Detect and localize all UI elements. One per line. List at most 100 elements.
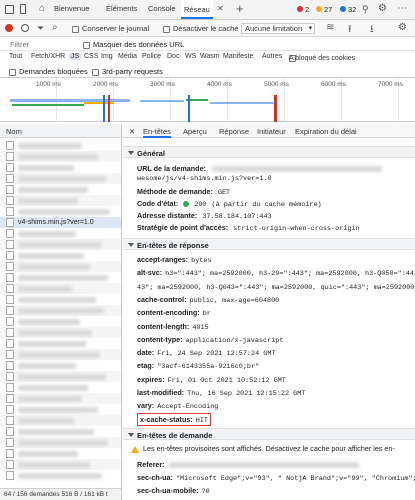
request-row[interactable] [0, 151, 121, 162]
request-row[interactable] [0, 162, 121, 173]
request-row[interactable] [0, 404, 121, 415]
request-row[interactable] [0, 261, 121, 272]
type-js[interactable]: JS [69, 53, 82, 60]
header-value: br [202, 310, 211, 319]
feedback-icon[interactable]: ⚲ [362, 4, 369, 15]
request-row[interactable] [0, 239, 121, 250]
request-row[interactable] [0, 459, 121, 470]
request-row[interactable] [0, 470, 121, 481]
disable-cache-checkbox[interactable] [163, 25, 170, 33]
tab-response[interactable]: Réponse [219, 127, 249, 136]
timeline-label: 2000 ms [93, 81, 118, 88]
filter-icon[interactable]: ⏷ [37, 23, 44, 34]
device-toggle-icon[interactable] [20, 4, 26, 14]
info-icon [340, 6, 346, 12]
close-details-icon[interactable]: ✕ [129, 127, 135, 136]
type-wasm[interactable]: Wasm [200, 53, 220, 60]
preserve-log-checkbox[interactable] [72, 25, 79, 33]
request-row[interactable] [0, 437, 121, 448]
info-count[interactable]: 32 [340, 5, 356, 14]
request-row[interactable] [0, 393, 121, 404]
request-row[interactable] [0, 327, 121, 338]
request-row[interactable] [0, 305, 121, 316]
header-key: expires: [137, 374, 165, 384]
request-header-row: Referer: [137, 460, 359, 469]
file-icon [6, 328, 14, 337]
request-row[interactable] [0, 228, 121, 239]
third-party-checkbox[interactable] [92, 68, 99, 76]
request-row[interactable] [0, 294, 121, 305]
type-fetch-xhr[interactable]: Fetch/XHR [31, 53, 65, 60]
request-row[interactable] [0, 426, 121, 437]
type-doc[interactable]: Doc [167, 53, 179, 60]
home-icon[interactable]: ⌂ [39, 3, 45, 14]
file-icon [6, 185, 14, 194]
load-event-marker [274, 95, 277, 122]
type-all[interactable]: Tout [9, 53, 22, 60]
request-row[interactable] [0, 184, 121, 195]
response-headers-section-header[interactable]: En-têtes de réponse [123, 238, 415, 250]
filter-input[interactable]: Filtrer [10, 40, 29, 49]
close-tab-icon[interactable]: ✕ [217, 4, 224, 13]
tab-reseau[interactable]: Réseau [181, 0, 213, 19]
tab-initiator[interactable]: Initiateur [257, 127, 286, 136]
request-row[interactable] [0, 140, 121, 151]
add-tab-icon[interactable]: + [236, 1, 244, 16]
request-row[interactable] [0, 382, 121, 393]
clear-icon[interactable] [21, 24, 29, 32]
request-row[interactable] [0, 250, 121, 261]
wifi-icon[interactable]: ≋ [326, 22, 334, 33]
general-section-header[interactable]: Général [123, 146, 415, 158]
blocked-requests-checkbox[interactable] [9, 68, 16, 76]
throttle-select[interactable]: Aucune limitation ▾ [241, 23, 316, 34]
hide-data-urls-checkbox[interactable] [83, 41, 90, 49]
tab-headers[interactable]: En-têtes [143, 124, 171, 138]
request-row[interactable] [0, 316, 121, 327]
request-row[interactable] [0, 448, 121, 459]
type-manifest[interactable]: Manifeste [223, 53, 253, 60]
request-row[interactable] [0, 206, 121, 217]
settings-icon[interactable]: ⚙ [378, 3, 387, 14]
request-row[interactable] [0, 338, 121, 349]
request-row-selected[interactable]: v4-shims.min.js?ver=1.0 [0, 217, 121, 228]
search-icon[interactable]: ⌕ [52, 22, 58, 33]
request-row[interactable] [0, 349, 121, 360]
network-overview-timeline[interactable]: 1000 ms 2000 ms 3000 ms 4000 ms 5000 ms … [0, 78, 415, 122]
type-ws[interactable]: WS [185, 53, 196, 60]
request-row[interactable] [0, 283, 121, 294]
error-count[interactable]: 2 [297, 5, 309, 14]
more-options-icon[interactable]: ⋯ [397, 3, 407, 14]
warning-count[interactable]: 27 [316, 5, 332, 14]
preserve-log-toggle[interactable]: Conserver le journal [72, 24, 149, 33]
type-img[interactable]: Img [101, 53, 113, 60]
type-other[interactable]: Autres [262, 53, 282, 60]
tab-preview[interactable]: Aperçu [183, 127, 207, 136]
request-row[interactable] [0, 360, 121, 371]
third-party-toggle[interactable]: 3rd-party requests [92, 67, 163, 76]
request-row[interactable] [0, 371, 121, 382]
type-media[interactable]: Média [118, 53, 137, 60]
name-column-header[interactable]: Nom [0, 124, 121, 138]
request-headers-section-header[interactable]: En-têtes de demande [123, 428, 415, 440]
blocked-requests-toggle[interactable]: Demandes bloquées [9, 67, 88, 76]
hide-data-urls-toggle[interactable]: Masquer des données URL [83, 40, 184, 49]
record-icon[interactable] [5, 24, 13, 32]
request-name-redacted [18, 406, 98, 413]
type-font[interactable]: Police [142, 53, 161, 60]
request-row[interactable] [0, 415, 121, 426]
request-list: Nom v4-shims.min.js?ver=1.0 64 / 156 dem… [0, 124, 122, 500]
inspect-icon[interactable] [5, 5, 14, 14]
tab-console[interactable]: Console [148, 4, 176, 13]
request-row[interactable] [0, 173, 121, 184]
request-row[interactable] [0, 195, 121, 206]
request-marker [188, 95, 190, 122]
type-css[interactable]: CSS [84, 53, 98, 60]
timeline-activity [210, 102, 276, 104]
network-settings-icon[interactable]: ⚙ [398, 22, 407, 33]
response-header-row: content-length: 4015 [137, 322, 209, 332]
disable-cache-toggle[interactable]: Désactiver le cache [163, 24, 238, 33]
tab-bienvenue[interactable]: Bienvenue [54, 4, 89, 13]
request-row[interactable] [0, 272, 121, 283]
tab-elements[interactable]: Éléments [106, 4, 137, 13]
tab-timing[interactable]: Expiration du délai [295, 127, 357, 136]
